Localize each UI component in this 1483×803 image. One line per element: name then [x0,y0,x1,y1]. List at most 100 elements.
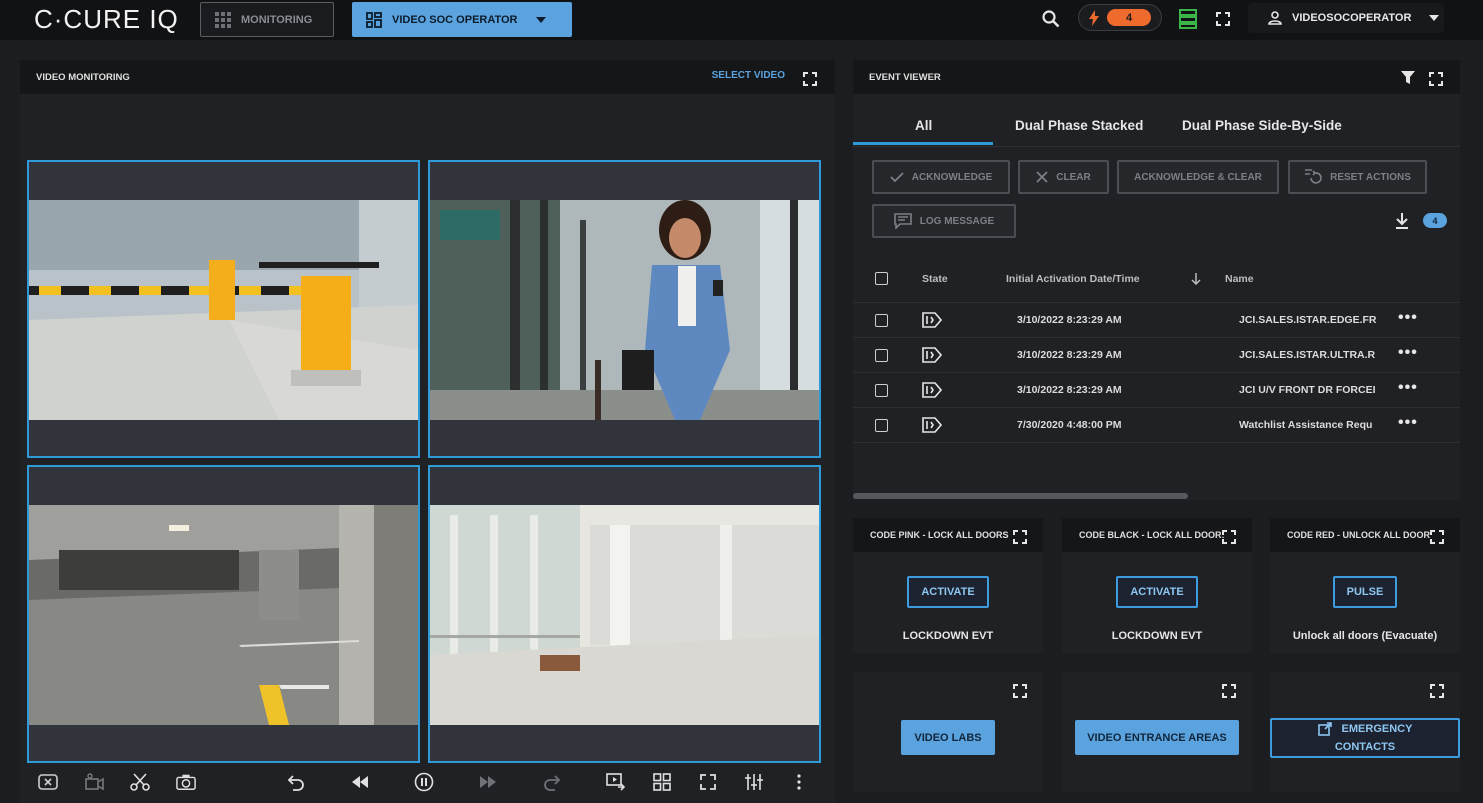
search-icon [1042,10,1060,28]
acknowledge-clear-button[interactable]: ACKNOWLEDGE & CLEAR [1117,160,1279,194]
column-name[interactable]: Name [1225,273,1254,285]
tab-dual-phase-side-by-side[interactable]: Dual Phase Side-By-Side [1182,118,1342,133]
table-row[interactable]: 3/10/2022 8:23:29 AM JCI.SALES.ISTAR.EDG… [853,303,1460,338]
alerts-button[interactable]: 4 [1078,4,1162,31]
active-tab-indicator [853,142,993,145]
reset-actions-button[interactable]: RESET ACTIONS [1288,160,1427,194]
video-labs-button[interactable]: VIDEO LABS [901,720,995,755]
check-icon [890,171,904,182]
row-date: 3/10/2022 8:23:29 AM [1017,349,1122,361]
expand-icon[interactable] [1429,72,1443,86]
video-fullscreen-button[interactable] [698,772,718,792]
server-status-button[interactable] [1177,8,1199,30]
search-button[interactable] [1040,8,1062,30]
select-video-link[interactable]: SELECT VIDEO [712,70,785,81]
row-checkbox[interactable] [875,314,888,327]
action-description: LOCKDOWN EVT [1111,630,1203,642]
camera-off-button[interactable] [84,772,104,792]
row-more-icon[interactable]: ••• [1398,310,1418,326]
expand-icon[interactable] [1430,530,1444,544]
export-button[interactable] [606,772,626,792]
log-message-button[interactable]: LOG MESSAGE [872,204,1016,238]
expand-icon[interactable] [1430,684,1444,698]
top-bar: C·CURE IQ MONITORING VIDEO SOC OPERATOR … [0,0,1483,40]
camera-off-icon [85,773,104,791]
download-icon[interactable] [1395,213,1409,229]
horizontal-scrollbar[interactable] [853,493,1188,499]
activate-button[interactable]: ACTIVATE [907,576,989,608]
action-card-code-red: CODE RED - UNLOCK ALL DOOR PULSE Unlock … [1270,518,1460,653]
row-more-icon[interactable]: ••• [1398,345,1418,361]
rewind-button[interactable] [350,772,370,792]
message-icon [893,213,912,229]
row-more-icon[interactable]: ••• [1398,380,1418,396]
link-card-video-labs: VIDEO LABS [853,672,1043,792]
sort-down-icon[interactable] [1191,273,1201,285]
monitoring-label: MONITORING [241,13,313,26]
expand-icon[interactable] [1013,530,1027,544]
snapshot-icon [176,774,196,790]
close-icon [1036,171,1048,183]
tab-dual-phase-stacked[interactable]: Dual Phase Stacked [1015,118,1143,133]
row-checkbox[interactable] [875,384,888,397]
video-tile-parking-barrier[interactable] [27,160,420,458]
adjustments-button[interactable] [744,772,764,792]
tab-all[interactable]: All [915,118,932,133]
redo-button[interactable] [542,772,562,792]
more-options-button[interactable] [789,772,809,792]
row-checkbox[interactable] [875,349,888,362]
expand-icon[interactable] [1013,684,1027,698]
event-viewer-title: EVENT VIEWER [869,71,941,83]
video-tile-atrium[interactable] [428,465,821,763]
clear-button[interactable]: CLEAR [1018,160,1109,194]
video-tile-lobby[interactable] [428,160,821,458]
layout-grid-button[interactable] [652,772,672,792]
camera-feed-parking-garage [29,505,418,725]
workspace-dropdown[interactable]: VIDEO SOC OPERATOR [352,2,572,37]
clear-video-button[interactable] [38,772,58,792]
video-entrance-areas-button[interactable]: VIDEO ENTRANCE AREAS [1075,720,1239,755]
user-menu[interactable]: VIDEOSOCOPERATOR [1248,3,1444,33]
action-description: LOCKDOWN EVT [902,630,994,642]
snapshot-button[interactable] [176,772,196,792]
table-row[interactable]: 3/10/2022 8:23:29 AM JCI.SALES.ISTAR.ULT… [853,338,1460,373]
row-date: 3/10/2022 8:23:29 AM [1017,384,1122,396]
column-date[interactable]: Initial Activation Date/Time [1006,273,1140,285]
activate-button[interactable]: ACTIVATE [1116,576,1198,608]
link-card-emergency: EMERGENCY CONTACTS [1270,672,1460,792]
monitoring-button[interactable]: MONITORING [200,2,334,37]
row-name: JCI U/V FRONT DR FORCEI [1239,384,1376,396]
video-monitoring-title: VIDEO MONITORING [36,71,130,83]
grid-icon [653,773,671,791]
select-all-checkbox[interactable] [875,272,888,285]
row-date: 3/10/2022 8:23:29 AM [1017,314,1122,326]
expand-icon[interactable] [1222,530,1236,544]
filter-icon[interactable] [1401,71,1415,85]
camera-feed-lobby [430,200,819,420]
fullscreen-icon [700,774,716,790]
chevron-down-icon [1429,15,1440,21]
app-logo: C·CURE IQ [34,4,179,34]
pause-button[interactable] [414,772,434,792]
pulse-button[interactable]: PULSE [1333,576,1397,608]
column-state[interactable]: State [922,273,948,285]
acknowledge-button[interactable]: ACKNOWLEDGE [872,160,1010,194]
workspace-label: VIDEO SOC OPERATOR [392,13,518,26]
expand-icon[interactable] [803,72,817,86]
table-row[interactable]: 3/10/2022 8:23:29 AM JCI U/V FRONT DR FO… [853,373,1460,408]
fast-forward-button[interactable] [478,772,498,792]
reset-icon [1305,169,1322,184]
emergency-contacts-button[interactable]: EMERGENCY CONTACTS [1270,718,1460,758]
action-description: Unlock all doors (Evacuate) [1292,630,1438,642]
grid-icon [215,11,231,28]
row-more-icon[interactable]: ••• [1398,415,1418,431]
server-icon [1179,9,1197,29]
row-checkbox[interactable] [875,419,888,432]
alert-count-badge: 4 [1107,9,1151,26]
undo-button[interactable] [286,772,306,792]
clip-button[interactable] [130,772,150,792]
video-tile-parking-garage[interactable] [27,465,420,763]
table-row[interactable]: 7/30/2020 4:48:00 PM Watchlist Assistanc… [853,408,1460,443]
fullscreen-button[interactable] [1212,8,1234,30]
expand-icon[interactable] [1222,684,1236,698]
